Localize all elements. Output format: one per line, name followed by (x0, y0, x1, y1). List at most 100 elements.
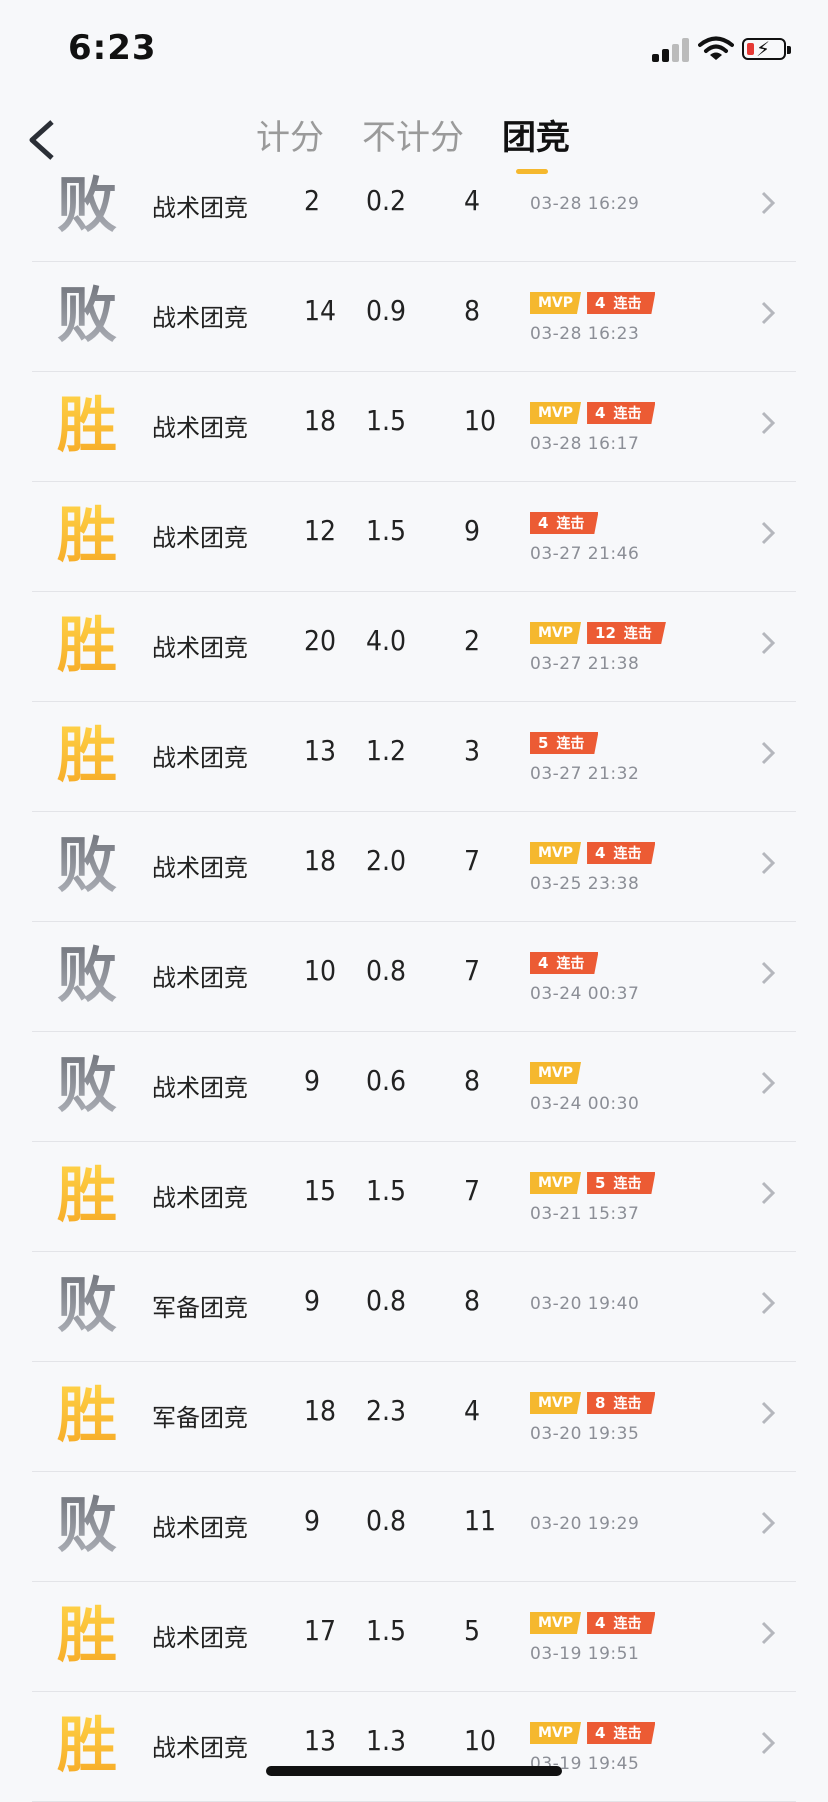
game-mode: 战术团竞 (152, 414, 248, 442)
deaths-value: 5 (464, 1614, 481, 1647)
match-row[interactable]: 败 军备团竞 9 0.8 8 03-20 19:40 (32, 1252, 796, 1362)
deaths-value: 10 (464, 404, 497, 437)
match-row[interactable]: 败 战术团竞 9 0.6 8 MVP 03-24 00:30 (32, 1032, 796, 1142)
battery-icon: ⚡ (742, 38, 791, 60)
kills-value: 9 (304, 1064, 321, 1097)
mvp-badge: MVP (530, 1612, 582, 1634)
kills-value: 9 (304, 1284, 321, 1317)
match-date: 03-27 21:46 (530, 544, 640, 564)
match-row[interactable]: 败 战术团竞 2 0.2 4 03-28 16:29 (32, 152, 796, 262)
streak-badge: 4 连击 (530, 512, 599, 534)
streak-label: 连击 (613, 846, 642, 862)
streak-label: 连击 (613, 1726, 642, 1742)
result-badge: 胜 (52, 1596, 122, 1676)
match-date: 03-25 23:38 (530, 874, 640, 894)
kd-value: 0.8 (366, 954, 407, 987)
streak-count: 5 (595, 1174, 606, 1192)
match-row[interactable]: 胜战术团竞 13 1.3 10 MVP 4 连击 03-19 19:45 (32, 1692, 796, 1802)
match-date: 03-19 19:51 (530, 1644, 640, 1664)
game-mode: 战术团竞 (152, 1074, 248, 1102)
badge-group: 4 连击 (530, 952, 599, 976)
streak-count: 5 (538, 734, 549, 752)
badge-group: MVP 4 连击 (530, 1612, 656, 1636)
mvp-badge: MVP (530, 1062, 582, 1084)
result-badge: 胜 (52, 716, 122, 796)
home-indicator[interactable] (266, 1766, 562, 1776)
streak-count: 4 (595, 1614, 606, 1632)
game-mode: 战术团竞 (152, 1514, 248, 1542)
kd-value: 1.5 (366, 1614, 407, 1647)
wifi-icon (698, 36, 734, 62)
deaths-value: 3 (464, 734, 481, 767)
match-row[interactable]: 败 战术团竞 10 0.8 7 4 连击 03-24 00:37 (32, 922, 796, 1032)
result-badge: 败 (52, 936, 122, 1016)
streak-label: 连击 (613, 1396, 642, 1412)
result-badge: 败 (52, 1046, 122, 1126)
streak-label: 连击 (613, 1616, 642, 1632)
result-badge: 胜 (52, 386, 122, 466)
match-row[interactable]: 败 战术团竞 18 2.0 7 MVP 4 连击 03-25 23:38 (32, 812, 796, 922)
game-mode: 战术团竞 (152, 1184, 248, 1212)
game-mode: 战术团竞 (152, 744, 248, 772)
match-row[interactable]: 败 战术团竞 14 0.9 8 MVP 4 连击 03-28 16:23 (32, 262, 796, 372)
streak-badge: 4 连击 (587, 842, 656, 864)
kd-value: 1.3 (366, 1724, 407, 1757)
mvp-badge: MVP (530, 1392, 582, 1414)
match-row[interactable]: 胜 战术团竞 18 1.5 10 MVP 4 连击 03-28 16:17 (32, 372, 796, 482)
game-mode: 军备团竞 (152, 1404, 248, 1432)
match-row[interactable]: 胜 战术团竞 17 1.5 5 MVP 4 连击 03-19 19:51 (32, 1582, 796, 1692)
streak-label: 连击 (556, 736, 585, 752)
mvp-badge: MVP (530, 622, 582, 644)
streak-label: 连击 (613, 296, 642, 312)
match-row[interactable]: 胜 战术团竞 12 1.5 9 4 连击 03-27 21:46 (32, 482, 796, 592)
deaths-value: 7 (464, 844, 481, 877)
kills-value: 15 (304, 1174, 337, 1207)
match-date: 03-27 21:32 (530, 764, 640, 784)
game-mode: 战术团竞 (152, 1624, 248, 1652)
match-row[interactable]: 败 战术团竞 9 0.8 11 03-20 19:29 (32, 1472, 796, 1582)
game-mode: 战术团竞 (152, 194, 248, 222)
badge-group: MVP (530, 1062, 582, 1086)
result-badge: 胜 (52, 496, 122, 576)
chevron-right-icon (760, 520, 776, 546)
streak-badge: 8 连击 (587, 1392, 656, 1414)
kills-value: 18 (304, 404, 337, 437)
chevron-right-icon (760, 740, 776, 766)
badge-group: 4 连击 (530, 512, 599, 536)
match-row[interactable]: 胜 战术团竞 15 1.5 7 MVP 5 连击 03-21 15:37 (32, 1142, 796, 1252)
chevron-right-icon (760, 960, 776, 986)
streak-label: 连击 (623, 626, 652, 642)
streak-badge: 5 连击 (530, 732, 599, 754)
result-badge: 胜 (52, 1706, 122, 1786)
match-row[interactable]: 胜 战术团竞 13 1.2 3 5 连击 03-27 21:32 (32, 702, 796, 812)
result-badge: 败 (52, 826, 122, 906)
chevron-right-icon (760, 190, 776, 216)
streak-count: 4 (595, 404, 606, 422)
streak-badge: 4 连击 (530, 952, 599, 974)
result-badge: 胜 (52, 1376, 122, 1456)
kills-value: 20 (304, 624, 337, 657)
kills-value: 13 (304, 1724, 337, 1757)
kd-value: 0.6 (366, 1064, 407, 1097)
match-row[interactable]: 胜 军备团竞 18 2.3 4 MVP 8 连击 03-20 19:35 (32, 1362, 796, 1472)
streak-count: 4 (538, 514, 549, 532)
mvp-badge: MVP (530, 402, 582, 424)
cellular-signal-icon (652, 36, 690, 62)
streak-badge: 4 连击 (587, 292, 656, 314)
deaths-value: 7 (464, 954, 481, 987)
streak-count: 4 (595, 1724, 606, 1742)
deaths-value: 7 (464, 1174, 481, 1207)
streak-badge: 4 连击 (587, 402, 656, 424)
result-badge: 败 (52, 1266, 122, 1346)
game-mode: 战术团竞 (152, 854, 248, 882)
chevron-right-icon (760, 1510, 776, 1536)
status-bar: 6:23 ⚡ (0, 0, 828, 100)
match-date: 03-20 19:35 (530, 1424, 640, 1444)
kills-value: 10 (304, 954, 337, 987)
kd-value: 0.9 (366, 294, 407, 327)
chevron-right-icon (760, 1180, 776, 1206)
match-row[interactable]: 胜 战术团竞 20 4.0 2 MVP 12 连击 03-27 21:38 (32, 592, 796, 702)
chevron-right-icon (760, 630, 776, 656)
streak-count: 4 (595, 844, 606, 862)
chevron-right-icon (760, 300, 776, 326)
